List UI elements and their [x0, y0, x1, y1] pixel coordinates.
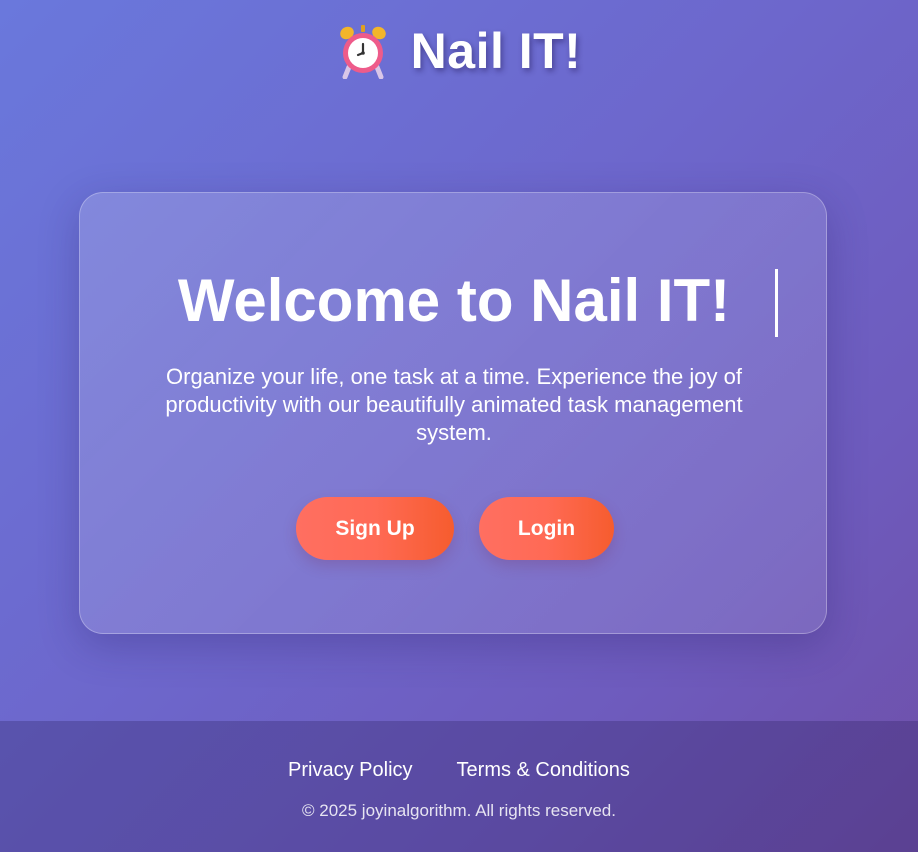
- hero-card: Welcome to Nail IT! Organize your life, …: [79, 192, 827, 634]
- site-footer: Privacy Policy Terms & Conditions © 2025…: [0, 721, 918, 852]
- site-header: Nail IT!: [0, 18, 918, 84]
- app-title: Nail IT!: [410, 23, 582, 79]
- hero-tagline: Organize your life, one task at a time. …: [165, 364, 743, 445]
- terms-link[interactable]: Terms & Conditions: [457, 759, 630, 782]
- hero-title: Welcome to Nail IT!: [177, 267, 731, 334]
- copyright-text: © 2025 joyinalgorithm. All rights reserv…: [302, 801, 616, 820]
- login-button[interactable]: Login: [479, 497, 614, 560]
- sign-up-button[interactable]: Sign Up: [296, 497, 454, 560]
- typing-cursor: [775, 269, 778, 337]
- privacy-policy-link[interactable]: Privacy Policy: [288, 759, 412, 782]
- alarm-clock-icon: [339, 25, 386, 79]
- footer-links: Privacy Policy Terms & Conditions: [0, 759, 918, 782]
